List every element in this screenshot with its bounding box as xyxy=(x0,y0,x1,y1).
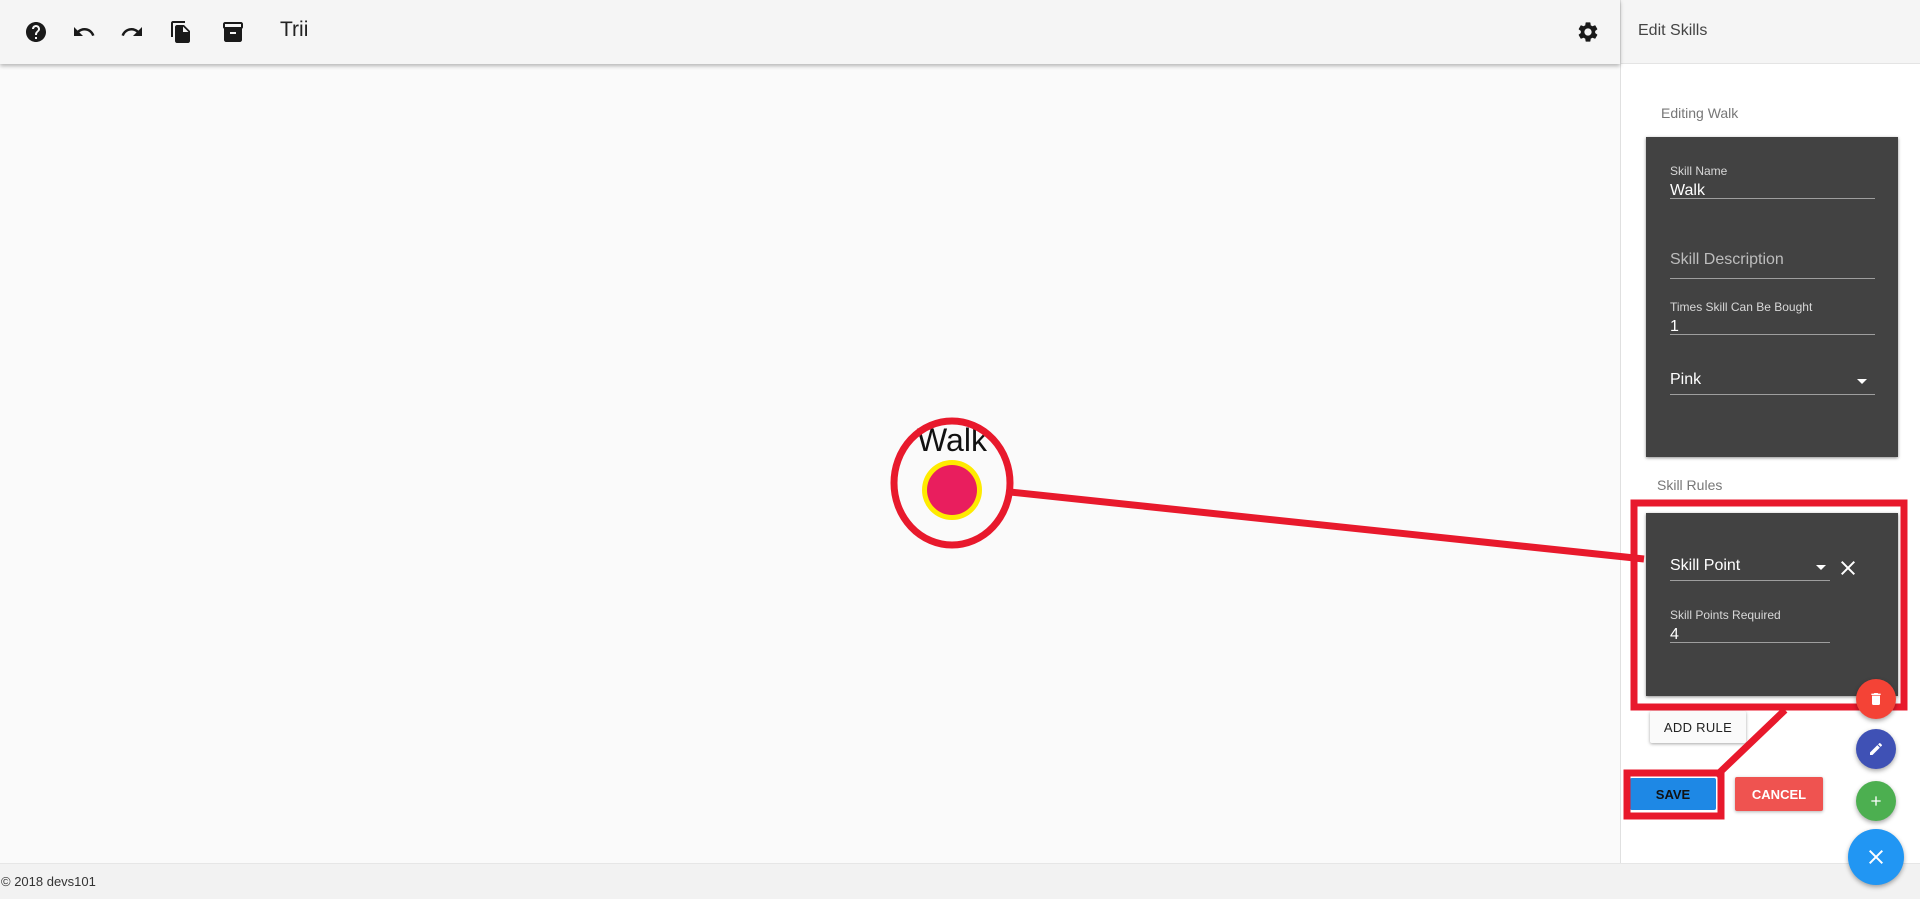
skill-rule-card: Skill Point Skill Points Required 4 xyxy=(1646,513,1898,696)
archive-icon[interactable] xyxy=(217,16,249,48)
skill-points-label: Skill Points Required xyxy=(1670,608,1781,622)
remove-rule-icon[interactable] xyxy=(1836,556,1860,580)
skill-tree-canvas[interactable] xyxy=(0,64,1620,863)
skill-description-field[interactable]: Skill Description xyxy=(1670,251,1875,279)
delete-icon xyxy=(1871,693,1881,705)
times-bought-value[interactable]: 1 xyxy=(1670,318,1875,338)
skill-node-core[interactable] xyxy=(927,465,977,515)
skill-points-value[interactable]: 4 xyxy=(1670,626,1830,646)
help-icon[interactable] xyxy=(20,16,52,48)
delete-fab[interactable] xyxy=(1856,679,1896,719)
editing-label: Editing Walk xyxy=(1661,105,1739,121)
skill-name-label: Skill Name xyxy=(1670,164,1728,178)
close-icon xyxy=(1869,850,1883,864)
times-bought-label: Times Skill Can Be Bought xyxy=(1670,300,1813,314)
edit-fab[interactable] xyxy=(1856,729,1896,769)
rule-type-value: Skill Point xyxy=(1670,557,1741,574)
app-toolbar: Trii xyxy=(0,0,1620,64)
skill-name-field[interactable]: Skill Name Walk xyxy=(1670,164,1875,199)
settings-icon[interactable] xyxy=(1572,16,1604,48)
color-select[interactable]: Pink xyxy=(1670,365,1875,395)
chevron-down-icon xyxy=(1857,379,1867,384)
add-rule-button[interactable]: ADD RULE xyxy=(1650,711,1746,743)
footer: © 2018 devs101 xyxy=(0,863,1920,899)
color-select-value: Pink xyxy=(1670,371,1702,388)
skill-node-label: Walk xyxy=(917,422,987,458)
close-fab[interactable] xyxy=(1848,829,1904,885)
app-title: Trii xyxy=(280,18,309,41)
skill-rules-label: Skill Rules xyxy=(1657,477,1723,493)
chevron-down-icon xyxy=(1816,565,1826,570)
cancel-button[interactable]: CANCEL xyxy=(1735,777,1823,811)
panel-header: Edit Skills xyxy=(1621,0,1920,64)
rule-type-select[interactable]: Skill Point xyxy=(1670,551,1830,581)
edit-icon xyxy=(1870,742,1883,755)
undo-icon[interactable] xyxy=(68,16,100,48)
add-fab[interactable] xyxy=(1856,781,1896,821)
skill-description-placeholder[interactable]: Skill Description xyxy=(1670,251,1875,273)
copy-icon[interactable] xyxy=(165,16,197,48)
save-button[interactable]: SAVE xyxy=(1630,778,1716,810)
skill-details-card: Skill Name Walk Skill Description Times … xyxy=(1646,137,1898,457)
skill-name-value[interactable]: Walk xyxy=(1670,182,1875,202)
times-bought-field[interactable]: Times Skill Can Be Bought 1 xyxy=(1670,300,1875,335)
skill-points-field[interactable]: Skill Points Required 4 xyxy=(1670,608,1830,643)
add-icon xyxy=(1871,796,1881,806)
redo-icon[interactable] xyxy=(116,16,148,48)
